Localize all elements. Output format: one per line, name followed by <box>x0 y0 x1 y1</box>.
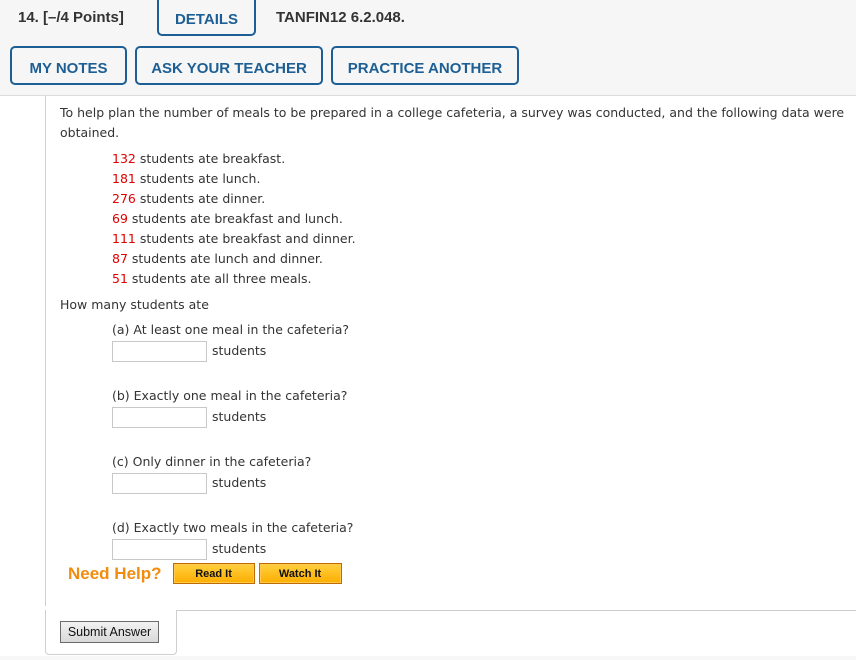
survey-fact: 87 students ate lunch and dinner. <box>112 249 850 269</box>
need-help-label: Need Help? <box>68 563 162 583</box>
fact-text: students ate lunch and dinner. <box>127 251 323 266</box>
fact-text: students ate dinner. <box>135 191 266 206</box>
question-code: TANFIN12 6.2.048. <box>276 9 405 26</box>
fact-text: students ate breakfast and lunch. <box>127 211 343 226</box>
details-button[interactable]: DETAILS <box>157 0 256 36</box>
part-c-answer-input[interactable] <box>112 472 207 494</box>
question-prompt: How many students ate <box>60 297 209 312</box>
ask-your-teacher-button[interactable]: ASK YOUR TEACHER <box>135 46 323 85</box>
part-d-unit: students <box>212 541 267 556</box>
fact-text: students ate lunch. <box>135 171 261 186</box>
fact-value: 132 <box>112 151 136 166</box>
fact-value: 181 <box>112 171 136 186</box>
survey-fact: 51 students ate all three meals. <box>112 269 850 289</box>
part-b-unit: students <box>212 409 267 424</box>
part-b: (b) Exactly one meal in the cafeteria? s… <box>112 386 850 428</box>
question-number: 14. [–/4 Points] <box>18 9 124 26</box>
survey-fact: 69 students ate breakfast and lunch. <box>112 209 850 229</box>
fact-value: 69 <box>112 211 128 226</box>
part-c-unit: students <box>212 475 267 490</box>
read-it-button[interactable]: Read It <box>172 563 255 584</box>
part-d-answer-input[interactable] <box>112 538 207 560</box>
part-a: (a) At least one meal in the cafeteria? … <box>112 320 850 362</box>
fact-value: 276 <box>112 191 136 206</box>
my-notes-button[interactable]: MY NOTES <box>10 46 127 85</box>
survey-data-list: 132 students ate breakfast. 181 students… <box>112 149 850 289</box>
part-a-unit: students <box>212 343 267 358</box>
fact-value: 51 <box>112 271 128 286</box>
watch-it-button[interactable]: Watch It <box>258 563 342 584</box>
practice-another-button[interactable]: PRACTICE ANOTHER <box>331 46 519 85</box>
part-c: (c) Only dinner in the cafeteria? studen… <box>112 452 850 494</box>
question-header: 14. [–/4 Points] DETAILS TANFIN12 6.2.04… <box>0 0 856 96</box>
submit-answer-button[interactable]: Submit Answer <box>60 621 159 643</box>
part-d: (d) Exactly two meals in the cafeteria? … <box>112 518 850 560</box>
part-a-label: (a) At least one meal in the cafeteria? <box>112 322 349 337</box>
divider <box>175 610 856 611</box>
question-body: To help plan the number of meals to be p… <box>60 103 850 560</box>
part-a-answer-input[interactable] <box>112 340 207 362</box>
part-c-label: (c) Only dinner in the cafeteria? <box>112 454 312 469</box>
content-left-border <box>45 96 46 606</box>
part-d-label: (d) Exactly two meals in the cafeteria? <box>112 520 354 535</box>
fact-text: students ate all three meals. <box>127 271 312 286</box>
part-b-answer-input[interactable] <box>112 406 207 428</box>
survey-fact: 132 students ate breakfast. <box>112 149 850 169</box>
need-help-bar: Need Help? Read It Watch It <box>68 563 346 584</box>
fact-text: students ate breakfast. <box>135 151 286 166</box>
survey-fact: 181 students ate lunch. <box>112 169 850 189</box>
problem-intro: To help plan the number of meals to be p… <box>60 105 845 140</box>
part-b-label: (b) Exactly one meal in the cafeteria? <box>112 388 348 403</box>
fact-value: 111 <box>112 231 136 246</box>
survey-fact: 276 students ate dinner. <box>112 189 850 209</box>
fact-value: 87 <box>112 251 128 266</box>
survey-fact: 111 students ate breakfast and dinner. <box>112 229 850 249</box>
page-footer <box>0 656 856 660</box>
fact-text: students ate breakfast and dinner. <box>135 231 356 246</box>
